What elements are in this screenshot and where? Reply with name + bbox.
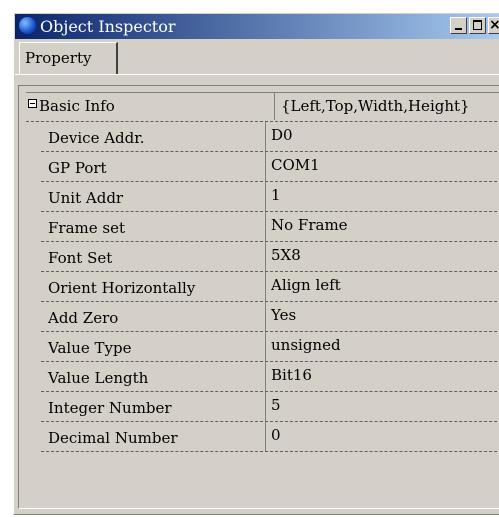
group-value[interactable]: {Left,Top,Width,Height} <box>274 92 499 120</box>
property-value[interactable]: 0 <box>267 422 499 451</box>
property-row-value-length[interactable]: Value Length Bit16 <box>41 362 499 392</box>
object-inspector-globe-icon <box>19 17 36 34</box>
basic-info-group-row[interactable]: Basic Info {Left,Top,Width,Height} <box>26 92 499 122</box>
close-icon: × <box>489 18 499 33</box>
tab-strip: Property <box>15 40 499 75</box>
property-value[interactable]: 1 <box>267 182 499 211</box>
collapse-box-icon[interactable] <box>28 99 37 108</box>
property-row-unit-addr[interactable]: Unit Addr 1 <box>41 182 499 212</box>
property-value[interactable]: unsigned <box>267 332 499 361</box>
property-label: Device Addr. <box>41 122 266 151</box>
property-row-value-type[interactable]: Value Type unsigned <box>41 332 499 362</box>
property-value[interactable]: Align left <box>267 272 499 301</box>
property-row-integer-number[interactable]: Integer Number 5 <box>41 392 499 422</box>
property-grid: Basic Info {Left,Top,Width,Height} Devic… <box>18 85 499 509</box>
property-label: Add Zero <box>41 302 266 331</box>
property-label: Unit Addr <box>41 182 266 211</box>
property-row-device-addr[interactable]: Device Addr. D0 <box>41 122 499 152</box>
property-row-frame-set[interactable]: Frame set No Frame <box>41 212 499 242</box>
close-button[interactable]: × <box>488 17 499 34</box>
title-bar[interactable]: Object Inspector × <box>15 14 499 39</box>
property-row-gp-port[interactable]: GP Port COM1 <box>41 152 499 182</box>
property-label: Integer Number <box>41 392 266 421</box>
property-row-decimal-number[interactable]: Decimal Number 0 <box>41 422 499 452</box>
property-label: GP Port <box>41 152 266 181</box>
property-label: Decimal Number <box>41 422 266 451</box>
property-row-orient-horizontally[interactable]: Orient Horizontally Align left <box>41 272 499 302</box>
property-value[interactable]: Yes <box>267 302 499 331</box>
property-label: Font Set <box>41 242 266 271</box>
group-label: Basic Info <box>39 97 115 115</box>
property-label: Frame set <box>41 212 266 241</box>
window-title: Object Inspector <box>40 17 176 36</box>
object-inspector-window: Object Inspector × Property Basic Info {… <box>13 12 499 515</box>
minimize-button[interactable] <box>450 17 467 34</box>
maximize-button[interactable] <box>469 17 486 34</box>
property-label: Value Length <box>41 362 266 391</box>
property-label: Value Type <box>41 332 266 361</box>
property-value[interactable]: D0 <box>267 122 499 151</box>
property-value[interactable]: Bit16 <box>267 362 499 391</box>
tab-property[interactable]: Property <box>19 42 118 74</box>
property-row-add-zero[interactable]: Add Zero Yes <box>41 302 499 332</box>
property-value[interactable]: 5X8 <box>267 242 499 271</box>
property-value[interactable]: COM1 <box>267 152 499 181</box>
property-label: Orient Horizontally <box>41 272 266 301</box>
title-bar-buttons: × <box>448 17 499 34</box>
property-value[interactable]: 5 <box>267 392 499 421</box>
property-value[interactable]: No Frame <box>267 212 499 241</box>
tab-label: Property <box>25 49 92 67</box>
property-row-font-set[interactable]: Font Set 5X8 <box>41 242 499 272</box>
